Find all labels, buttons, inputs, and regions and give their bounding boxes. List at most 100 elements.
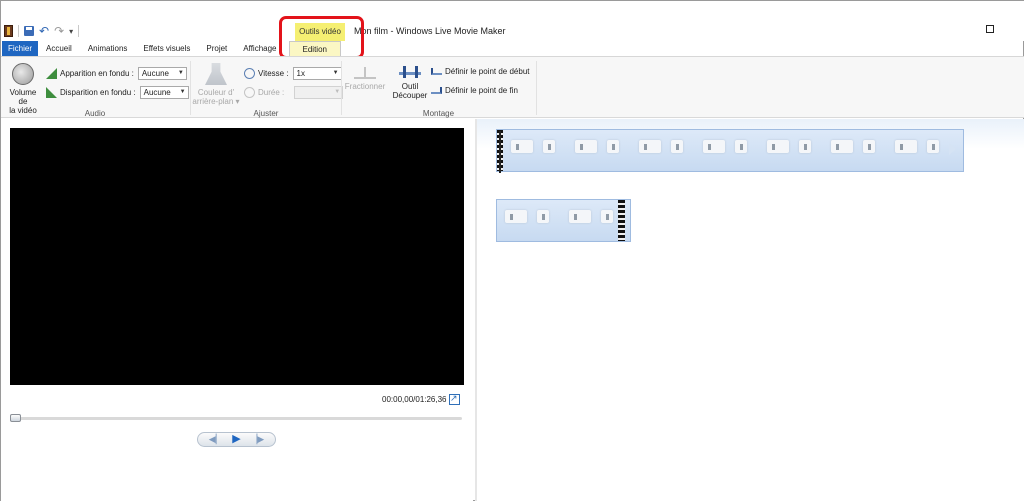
tab-effets-visuels[interactable]: Effets visuels [135,41,198,56]
tab-affichage[interactable]: Affichage [235,41,284,56]
speed-select[interactable]: 1x ▼ [292,67,342,80]
customize-qat-dropdown-icon[interactable]: ▾ [69,27,73,36]
set-start-point-button[interactable]: Définir le point de début [431,67,530,76]
video-clip-2[interactable] [496,199,631,242]
strip-continue-arrow-icon [949,143,956,155]
group-separator [190,61,191,115]
background-color-label-2: arrière-plan ▾ [192,97,240,106]
playback-controls: ◀▏ ▶ ▕▶ [197,432,276,447]
fade-out-icon [46,87,57,98]
fade-out-select[interactable]: Aucune ▼ [139,86,189,99]
split-icon [354,65,376,79]
fade-in-icon [46,68,57,79]
group-separator [341,61,342,115]
previous-frame-icon[interactable]: ◀▏ [209,433,223,446]
montage-group-label: Montage [422,109,455,118]
audio-group-label: Audio [84,109,106,118]
filmstrip-edge [618,200,625,241]
tab-projet[interactable]: Projet [198,41,235,56]
trim-icon [399,65,421,79]
chevron-down-icon: ▼ [332,70,339,76]
speed-label: Vitesse : [258,69,289,78]
video-frame-thumbnail [631,130,663,171]
movie-maker-app-icon[interactable] [4,25,13,37]
seek-bar[interactable] [10,417,462,420]
fade-out-row: Disparition en fondu : Aucune ▼ [46,86,189,99]
trim-tool-button[interactable]: Outil Découper [391,65,429,100]
speed-row: Vitesse : 1x ▼ [244,67,342,80]
undo-icon[interactable]: ↶ [39,25,49,37]
video-frame-thumbnail [791,130,823,171]
video-clip-1[interactable] [496,129,964,172]
video-frame-thumbnail [503,130,535,171]
chevron-down-icon: ▼ [179,89,186,95]
ribbon-tabs: Fichier Accueil Animations Effets visuel… [1,41,1024,56]
timecode: 00:00,00/01:26,36 [382,395,447,404]
storyboard-panel [477,119,1024,501]
maximize-button[interactable] [986,25,994,33]
redo-icon[interactable]: ↷ [54,25,64,37]
video-frame-thumbnail [529,200,561,241]
fade-out-value: Aucune [143,88,171,97]
set-start-icon [431,68,442,75]
set-end-icon [431,87,442,94]
video-frame-thumbnail [695,130,727,171]
set-start-label: Définir le point de début [445,67,530,76]
play-icon[interactable]: ▶ [232,433,240,446]
split-button[interactable]: Fractionner [344,65,386,91]
set-end-point-button[interactable]: Définir le point de fin [431,86,518,95]
video-volume-button[interactable]: Volume de la vidéo [5,63,41,115]
background-color-button[interactable]: Couleur d' arrière-plan ▾ [192,63,240,106]
video-frame-thumbnail [823,130,855,171]
video-frame-thumbnail [567,130,599,171]
trim-label-2: Découper [392,91,428,100]
video-frame-thumbnail [561,200,593,241]
video-preview[interactable] [10,128,464,385]
fade-in-label: Apparition en fondu : [60,69,134,78]
seek-thumb[interactable] [10,414,21,422]
ribbon: Volume de la vidéo Apparition en fondu :… [1,56,1024,118]
tab-accueil[interactable]: Accueil [38,41,80,56]
trim-label-1: Outil [401,82,419,91]
paint-bucket-icon [205,63,227,85]
chevron-down-icon: ▼ [334,89,341,95]
video-frame-thumbnail [593,200,618,241]
video-frame-thumbnail [855,130,887,171]
quick-access-toolbar: ↶ ↷ ▾ [4,24,80,38]
volume-icon [12,63,34,85]
playhead-cursor[interactable] [499,131,501,173]
popout-preview-icon[interactable] [449,393,460,405]
set-end-label: Définir le point de fin [445,86,518,95]
video-frame-thumbnail [535,130,567,171]
video-frame-thumbnail [497,200,529,241]
fade-in-value: Aucune [141,69,169,78]
group-separator [536,61,537,115]
fade-out-label: Disparition en fondu : [60,88,136,97]
duration-select[interactable]: ▼ [294,86,344,99]
tab-animations[interactable]: Animations [80,41,136,56]
adjust-group-label: Ajuster [253,109,279,118]
fade-in-select[interactable]: Aucune ▼ [137,67,187,80]
video-frame-thumbnail [663,130,695,171]
save-icon[interactable] [24,26,34,36]
tab-fichier[interactable]: Fichier [2,41,39,56]
background-color-label-1: Couleur d' [197,88,235,97]
duration-label: Durée : [258,88,285,97]
video-frame-thumbnail [759,130,791,171]
video-frame-thumbnail [599,130,631,171]
duration-icon [244,87,255,98]
chevron-down-icon: ▼ [177,70,184,76]
highlight-annotation-box [279,16,364,59]
title-bar: ↶ ↷ ▾ Outils vidéo Mon film - Windows Li… [1,1,1024,41]
video-frame-thumbnail [887,130,919,171]
fade-in-row: Apparition en fondu : Aucune ▼ [46,67,187,80]
video-volume-label-1: Volume de [9,88,37,106]
next-frame-icon[interactable]: ▕▶ [250,433,264,446]
qat-separator [78,25,80,37]
speed-value: 1x [296,69,305,78]
video-frame-thumbnail [727,130,759,171]
speed-icon [244,68,255,79]
qat-separator [18,25,19,37]
video-frame-thumbnail [919,130,951,171]
split-label: Fractionner [344,82,386,91]
